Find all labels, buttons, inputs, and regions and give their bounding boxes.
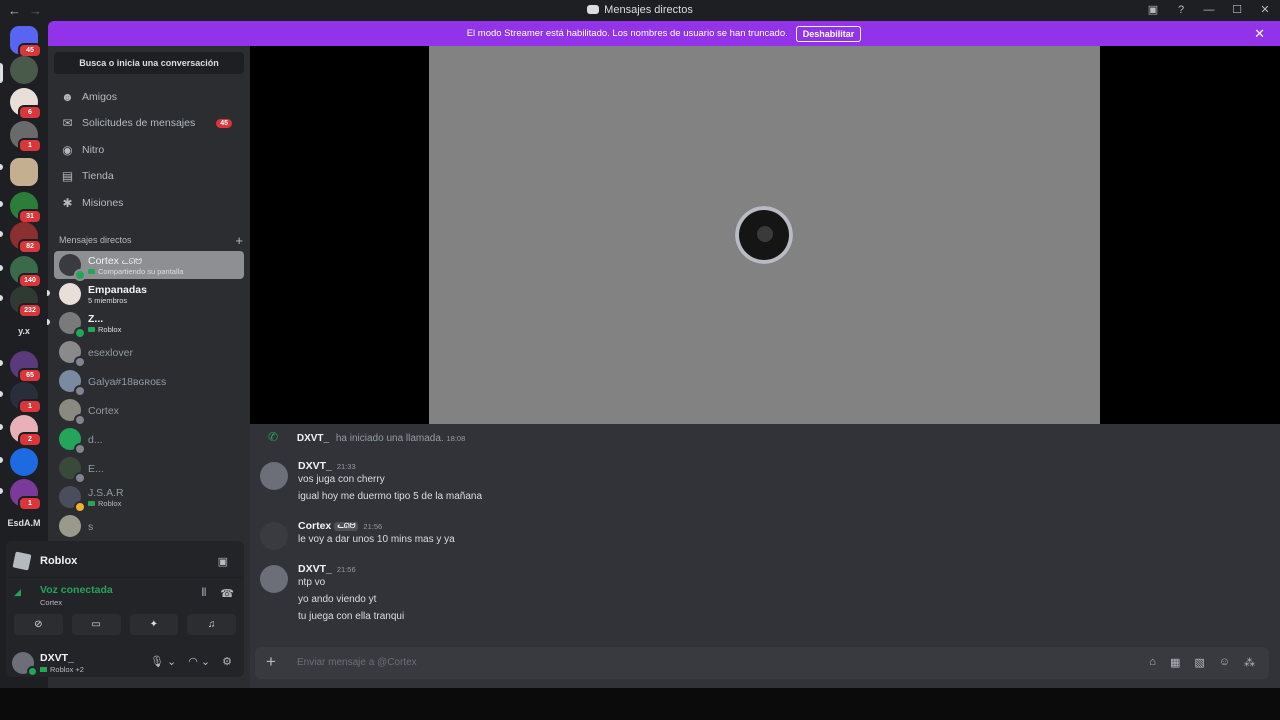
minimize-button[interactable]: —	[1202, 4, 1216, 16]
message-input[interactable]: Enviar mensaje a @Cortex	[297, 657, 417, 668]
streamer-avatar	[735, 206, 793, 264]
avatar	[59, 515, 81, 537]
message-line: le voy a dar unos 10 mins mas y ya	[298, 534, 455, 545]
maximize-button[interactable]: ☐	[1230, 3, 1244, 16]
camera-off-button[interactable]: ⊘	[14, 614, 63, 635]
server-icon[interactable]: 6	[10, 88, 42, 120]
close-window-button[interactable]: ✕	[1258, 3, 1272, 16]
signal-icon: ◢	[14, 587, 21, 597]
game-icon	[40, 667, 47, 672]
server-text-icon[interactable]: y.x	[4, 326, 44, 336]
nav-nitro[interactable]: ◉ Nitro	[56, 137, 242, 163]
noise-suppression-icon[interactable]: ⦀	[201, 587, 206, 600]
dm-item[interactable]: Cortex ᓚᘏᗢ Compartiendo su pantalla	[54, 251, 244, 281]
quests-icon: ✱	[62, 196, 73, 210]
server-icon[interactable]: 1	[10, 479, 42, 511]
soundboard-button[interactable]: ♫	[187, 614, 236, 635]
nav-message-requests[interactable]: ✉ Solicitudes de mensajes 45	[56, 110, 242, 136]
headphones-icon[interactable]: ◠ ⌄	[188, 655, 210, 668]
activities-button[interactable]: ✦	[129, 614, 179, 635]
home-button[interactable]: 45	[10, 26, 42, 58]
banner-text: El modo Streamer está habilitado. Los no…	[466, 28, 788, 39]
dm-item[interactable]: Z... Roblox	[54, 309, 244, 339]
message-composer: + Enviar mensaje a @Cortex ⌂ ▦ ▧ ☺ ⁂	[255, 647, 1269, 679]
dm-item[interactable]: Galya#18ʙɢʀᴏᴇs	[54, 367, 244, 397]
message-line: vos juga con cherry	[298, 474, 385, 485]
dm-item[interactable]: Cortex	[54, 396, 244, 426]
dm-item[interactable]: Empanadas 5 miembros	[54, 280, 244, 308]
dm-item[interactable]: J.S.A.R Roblox	[54, 483, 244, 513]
message-line: igual hoy me duermo tipo 5 de la mañana	[298, 491, 483, 502]
apps-icon[interactable]: ⁂	[1244, 656, 1255, 669]
dm-item[interactable]: s	[54, 512, 244, 540]
server-icon[interactable]	[10, 56, 38, 84]
friends-icon: ☻	[61, 90, 74, 104]
nav-friends[interactable]: ☻ Amigos	[56, 84, 242, 110]
gear-icon[interactable]: ⚙	[222, 655, 232, 668]
server-icon[interactable]	[10, 448, 38, 476]
create-dm-icon[interactable]: +	[235, 233, 243, 248]
status-dot	[27, 666, 38, 677]
add-attachment-icon[interactable]: +	[266, 652, 276, 672]
streamer-mode-banner: El modo Streamer está habilitado. Los no…	[48, 21, 1280, 46]
server-icon[interactable]: 31	[10, 192, 42, 224]
gif-icon[interactable]: ▦	[1170, 656, 1180, 669]
roblox-icon	[12, 551, 32, 571]
server-icon[interactable]: 65	[10, 351, 42, 383]
phone-icon: ✆	[268, 430, 279, 444]
avatar[interactable]	[260, 522, 288, 550]
nav-shop[interactable]: ▤ Tienda	[56, 163, 242, 189]
emoji-icon[interactable]: ☺	[1219, 656, 1230, 669]
inbox-icon[interactable]: ▣	[1146, 3, 1160, 16]
gift-icon[interactable]: ⌂	[1149, 656, 1156, 669]
stream-stage[interactable]	[250, 46, 1280, 424]
game-icon	[88, 327, 95, 332]
request-count-badge: 45	[216, 118, 232, 128]
title-bar: ← → Mensajes directos ▣ ? — ☐ ✕	[0, 0, 1280, 21]
close-icon[interactable]: ✕	[1254, 26, 1265, 42]
nitro-icon: ◉	[62, 143, 73, 157]
server-text-icon[interactable]: EsdA.M	[4, 518, 44, 528]
overlay-icon[interactable]: ▣	[218, 555, 228, 568]
search-input[interactable]: Busca o inicia una conversación	[54, 52, 244, 74]
server-icon[interactable]	[10, 158, 38, 186]
window-controls: ▣ ? — ☐ ✕	[1146, 3, 1272, 17]
disable-streamer-button[interactable]: Deshabilitar	[795, 25, 862, 42]
screen-share-icon	[88, 269, 95, 274]
dm-item[interactable]: esexlover	[54, 338, 244, 368]
server-icon[interactable]: 82	[10, 222, 42, 254]
taskbar-area	[0, 688, 1280, 720]
dm-item[interactable]: E...	[54, 454, 244, 484]
shared-screen[interactable]	[429, 46, 1100, 424]
avatar[interactable]	[260, 462, 288, 490]
game-activity: Roblox ▣	[12, 549, 244, 573]
nav-quests[interactable]: ✱ Misiones	[56, 190, 242, 216]
server-icon[interactable]: 1	[10, 382, 42, 414]
game-icon	[88, 501, 95, 506]
screen-share-button[interactable]: ▭	[71, 614, 121, 635]
sticker-icon[interactable]: ▧	[1194, 656, 1204, 669]
message-line: ntp vo	[298, 577, 326, 588]
dm-item[interactable]: d...	[54, 425, 244, 455]
message-line: tu juega con ella tranqui	[298, 611, 405, 622]
dm-header: Mensajes directos +	[59, 233, 243, 248]
server-icon[interactable]: 2	[10, 415, 42, 447]
disconnect-icon[interactable]: ☎	[220, 587, 234, 600]
server-icon[interactable]: 140	[10, 256, 42, 288]
avatar	[59, 283, 81, 305]
mail-icon: ✉	[62, 116, 73, 130]
help-icon[interactable]: ?	[1174, 4, 1188, 16]
call-started-message: ✆ DXVT_ ha iniciado una llamada. 18:08	[268, 430, 466, 444]
message-line: yo ando viendo yt	[298, 594, 377, 605]
shop-icon: ▤	[61, 169, 74, 183]
server-icon[interactable]: 1	[10, 121, 42, 153]
window-title: Mensajes directos	[0, 4, 1280, 16]
user-panel: DXVT_ Roblox +2 🎙︎ ⌄ ◠ ⌄ ⚙	[6, 646, 244, 680]
discord-logo-icon	[587, 5, 600, 14]
server-pill	[0, 63, 3, 83]
microphone-icon[interactable]: 🎙︎ ⌄	[150, 655, 176, 668]
server-icon[interactable]: 232	[10, 286, 42, 318]
avatar[interactable]	[260, 565, 288, 593]
